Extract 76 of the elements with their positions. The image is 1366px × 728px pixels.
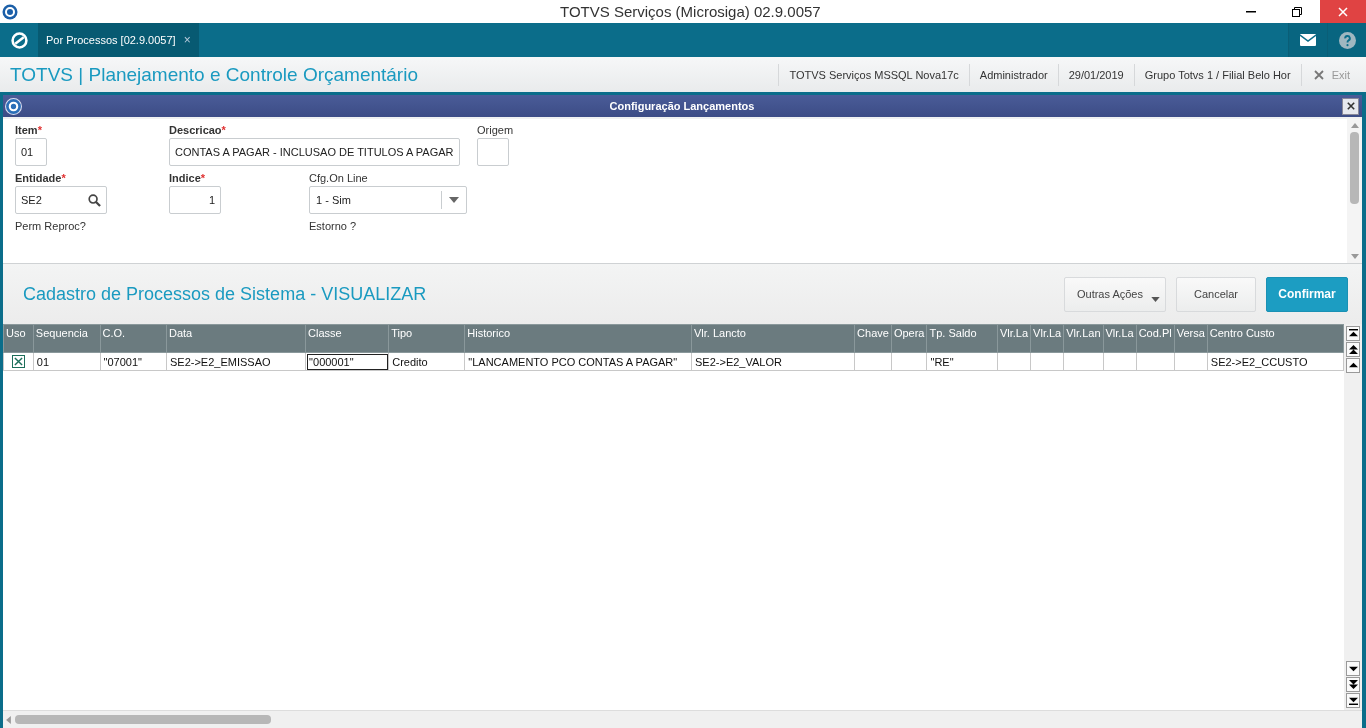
minimize-icon: [1246, 10, 1256, 13]
table-cell: "07001": [100, 352, 167, 371]
dropdown[interactable]: 1 - Sim: [309, 186, 467, 214]
scroll-bottom-icon[interactable]: [1346, 693, 1360, 708]
app-logo-icon: [5, 97, 22, 115]
column-header[interactable]: Uso: [3, 324, 34, 353]
header-info: Grupo Totvs 1 / Filial Belo Hor: [1133, 63, 1301, 86]
page-down-icon[interactable]: [1346, 677, 1360, 692]
table-cell: "000001": [305, 352, 389, 371]
section-title: Cadastro de Processos de Sistema - VISUALIZAR: [23, 283, 427, 305]
column-header[interactable]: Cod.Pl: [1136, 324, 1175, 353]
column-header[interactable]: Vlr.La: [1030, 324, 1064, 353]
field-label: Estorno ?: [309, 220, 357, 232]
header-info: Administrador: [968, 63, 1058, 86]
table-cell: Credito: [388, 352, 465, 371]
checkbox[interactable]: [11, 355, 25, 369]
column-header[interactable]: C.O.: [100, 324, 167, 353]
mail-icon[interactable]: [1288, 23, 1327, 57]
scrollbar-thumb[interactable]: [1350, 132, 1359, 204]
column-header[interactable]: Versa: [1174, 324, 1208, 353]
menu-button[interactable]: Outras Ações: [1063, 276, 1166, 312]
lookup-field[interactable]: SE2: [15, 186, 107, 214]
field-label: Cfg.On Line: [309, 172, 368, 184]
column-header[interactable]: Historico: [464, 324, 692, 353]
input-field[interactable]: CONTAS A PAGAR - INCLUSAO DE TITULOS A PAGAR: [169, 138, 460, 166]
column-header[interactable]: Tp. Saldo: [927, 324, 998, 353]
column-header[interactable]: Tipo: [388, 324, 465, 353]
column-header[interactable]: Vlr. Lancto: [691, 324, 855, 353]
window-title: TOTVS Serviços (Microsiga) 02.9.0057: [560, 3, 821, 20]
field-label: Origem: [477, 124, 514, 136]
close-icon: [1313, 69, 1324, 80]
help-icon[interactable]: [1327, 23, 1366, 57]
scroll-top-icon[interactable]: [1346, 326, 1360, 341]
column-header[interactable]: Centro Custo: [1207, 324, 1344, 353]
scroll-down-icon[interactable]: [1346, 661, 1360, 676]
input-field[interactable]: [477, 138, 509, 166]
column-header[interactable]: Classe: [305, 324, 389, 353]
dialog-title: Configuração Lançamentos: [609, 100, 755, 112]
module-title: TOTVS | Planejamento e Controle Orçamentário: [10, 63, 418, 86]
table-cell: "LANCAMENTO PCO CONTAS A PAGAR": [464, 352, 692, 371]
page-up-icon[interactable]: [1346, 342, 1360, 357]
input-field[interactable]: 1: [169, 186, 221, 214]
column-header[interactable]: Vlr.La: [1103, 324, 1137, 353]
table-cell: SE2->E2_CCUSTO: [1207, 352, 1344, 371]
close-button[interactable]: [1342, 97, 1359, 115]
close-icon: [1338, 6, 1348, 17]
column-header[interactable]: Data: [166, 324, 306, 353]
header-info: TOTVS Serviços MSSQL Nova17c: [778, 63, 969, 86]
field-label: Perm Reproc?: [15, 220, 86, 232]
tab[interactable]: Por Processos [02.9.0057] ×: [38, 23, 199, 57]
cancel-button[interactable]: Cancelar: [1176, 276, 1256, 312]
scrollbar-thumb[interactable]: [15, 715, 271, 724]
column-header[interactable]: Chave: [854, 324, 892, 353]
confirm-button[interactable]: Confirmar: [1266, 276, 1348, 312]
close-icon: [1346, 102, 1355, 110]
column-header[interactable]: Vlr.Lan: [1063, 324, 1103, 353]
ring-logo-icon: [10, 31, 28, 49]
search-icon[interactable]: [88, 193, 101, 207]
field-label: Descricao*: [169, 124, 226, 136]
table-cell: SE2->E2_EMISSAO: [166, 352, 306, 371]
restore-icon: [1292, 6, 1302, 17]
field-label: Entidade*: [15, 172, 66, 184]
column-header[interactable]: Vlr.La: [997, 324, 1031, 353]
input-field[interactable]: 01: [15, 138, 47, 166]
field-label: Item*: [15, 124, 42, 136]
table-cell: SE2->E2_VALOR: [691, 352, 855, 371]
header-info: 29/01/2019: [1057, 63, 1134, 86]
caret-icon: [1151, 296, 1160, 302]
column-header[interactable]: Sequencia: [33, 324, 101, 353]
exit-button[interactable]: Exit: [1300, 63, 1366, 86]
caret-icon: [449, 197, 459, 203]
column-header[interactable]: Opera: [891, 324, 927, 353]
field-label: Indice*: [169, 172, 206, 184]
table-cell: "RE": [927, 352, 998, 371]
table-cell: 01: [33, 352, 101, 371]
scroll-up-icon[interactable]: [1346, 358, 1360, 373]
